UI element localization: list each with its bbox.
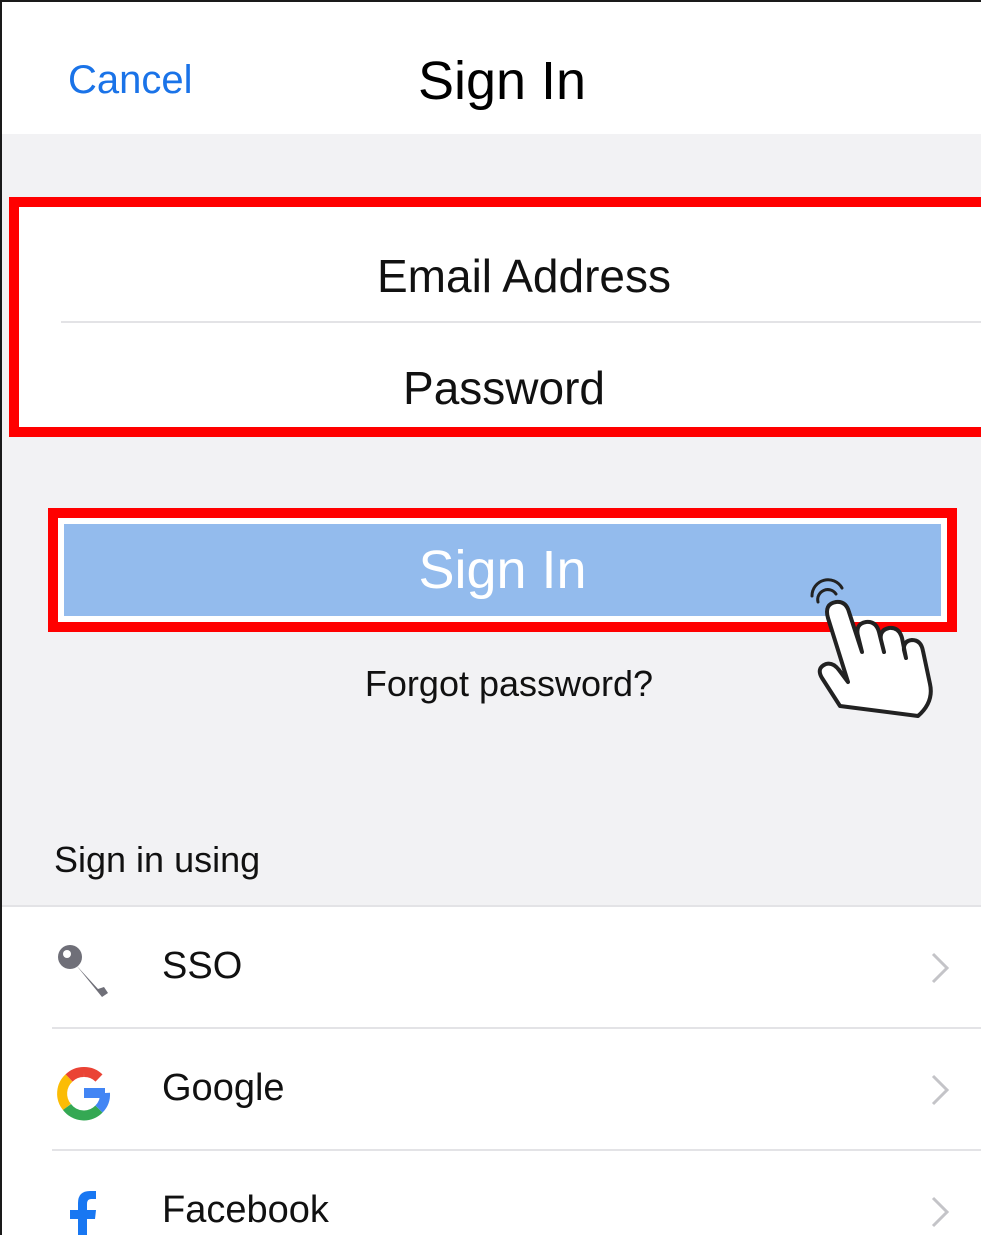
forgot-password-link[interactable]: Forgot password? xyxy=(2,666,981,702)
sign-in-screen: Cancel Sign In Email Address Password Si… xyxy=(0,0,981,1235)
provider-label: SSO xyxy=(162,945,243,987)
nav-bar: Cancel Sign In xyxy=(2,2,981,134)
chevron-right-icon xyxy=(930,1073,950,1112)
key-icon xyxy=(54,941,114,1001)
page-title: Sign In xyxy=(417,51,587,111)
password-field[interactable]: Password xyxy=(19,365,981,411)
credentials-highlight-box: Email Address Password xyxy=(9,197,981,437)
provider-facebook-row[interactable]: Facebook xyxy=(2,1151,981,1235)
google-icon xyxy=(54,1063,114,1123)
chevron-right-icon xyxy=(930,951,950,990)
facebook-icon xyxy=(54,1185,114,1235)
provider-label: Google xyxy=(162,1067,285,1109)
tap-hand-icon xyxy=(802,574,952,729)
sign-in-using-heading: Sign in using xyxy=(54,839,261,880)
provider-label: Facebook xyxy=(162,1189,329,1231)
chevron-right-icon xyxy=(930,1195,950,1234)
providers-list: SSO Google Facebook xyxy=(2,905,981,1235)
provider-sso-row[interactable]: SSO xyxy=(2,907,981,1027)
provider-google-row[interactable]: Google xyxy=(2,1029,981,1149)
field-divider xyxy=(61,321,981,323)
sign-in-button-label: Sign In xyxy=(418,540,587,600)
email-field[interactable]: Email Address xyxy=(19,253,981,299)
